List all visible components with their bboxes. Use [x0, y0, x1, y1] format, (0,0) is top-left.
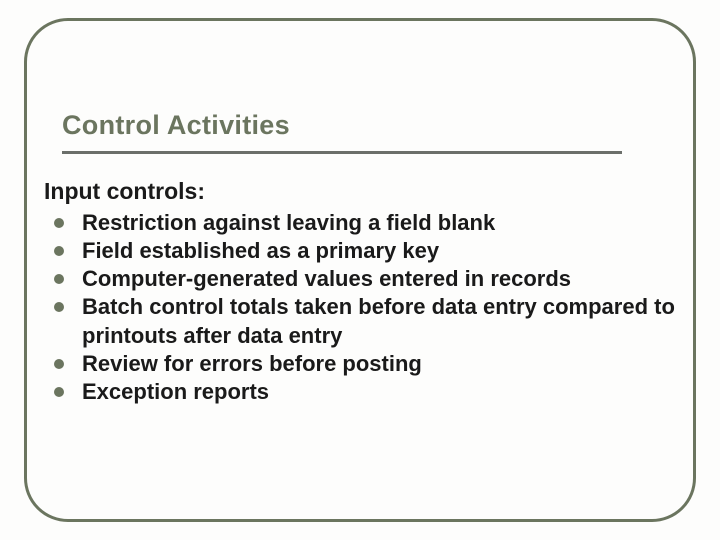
list-item: Review for errors before posting [54, 350, 676, 378]
slide-body: Input controls: Restriction against leav… [44, 178, 676, 406]
list-item: Restriction against leaving a field blan… [54, 209, 676, 237]
list-item: Computer-generated values entered in rec… [54, 265, 676, 293]
bullet-icon [54, 302, 64, 312]
bullet-icon [54, 274, 64, 284]
bullet-icon [54, 246, 64, 256]
list-item: Batch control totals taken before data e… [54, 293, 676, 349]
list-item: Exception reports [54, 378, 676, 406]
list-item-text: Review for errors before posting [82, 350, 676, 378]
bullet-icon [54, 218, 64, 228]
bullet-icon [54, 359, 64, 369]
slide: Control Activities Input controls: Restr… [0, 0, 720, 540]
list-item-text: Computer-generated values entered in rec… [82, 265, 676, 293]
list-item-text: Field established as a primary key [82, 237, 676, 265]
bullet-icon [54, 387, 64, 397]
list-item-text: Exception reports [82, 378, 676, 406]
list-item: Field established as a primary key [54, 237, 676, 265]
title-block: Control Activities [62, 110, 610, 154]
list-item-text: Batch control totals taken before data e… [82, 293, 676, 349]
slide-title: Control Activities [62, 110, 610, 147]
title-underline [62, 151, 622, 154]
list-item-text: Restriction against leaving a field blan… [82, 209, 676, 237]
bullet-list: Restriction against leaving a field blan… [44, 209, 676, 406]
subhead: Input controls: [44, 178, 676, 205]
